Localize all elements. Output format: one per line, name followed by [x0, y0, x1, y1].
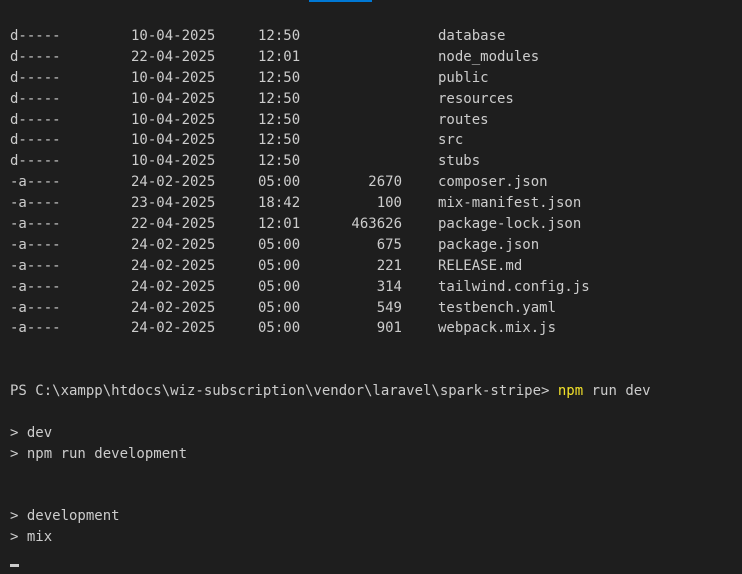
listing-time: 18:42: [258, 195, 301, 212]
listing-length: 901: [376, 320, 402, 337]
prompt-command: npm: [557, 383, 584, 400]
listing-time: 12:50: [258, 28, 301, 44]
listing-length: 463626: [351, 216, 402, 233]
listing-mode: d-----: [10, 111, 61, 128]
listing-mode: -a----: [10, 299, 61, 316]
listing-mode: d-----: [10, 48, 61, 65]
listing-row: -a---- 24-02-2025 05:00 221 RELEASE.md: [10, 256, 742, 277]
listing-time: 05:00: [258, 174, 301, 191]
listing-time: 05:00: [258, 299, 301, 316]
listing-date: 24-02-2025: [131, 320, 216, 337]
listing-time: 12:50: [258, 90, 301, 107]
listing-row: -a---- 24-02-2025 05:00 549 testbench.yaml: [10, 298, 742, 319]
listing-date: 10-04-2025: [131, 111, 216, 128]
listing-name: RELEASE.md: [438, 257, 523, 274]
listing-mode: d-----: [10, 28, 61, 44]
listing-name: testbench.yaml: [438, 299, 557, 316]
listing-time: 12:50: [258, 132, 301, 149]
listing-length: 314: [376, 278, 402, 295]
listing-length: 100: [376, 195, 402, 212]
output-line: > development: [10, 508, 120, 525]
listing-name: resources: [438, 90, 514, 107]
listing-name: database: [438, 28, 506, 44]
listing-name: composer.json: [438, 174, 548, 191]
listing-mode: -a----: [10, 236, 61, 253]
listing-mode: -a----: [10, 278, 61, 295]
listing-time: 12:50: [258, 153, 301, 170]
listing-time: 12:50: [258, 111, 301, 128]
listing-time: 12:01: [258, 48, 301, 65]
listing-time: 05:00: [258, 236, 301, 253]
listing-mode: -a----: [10, 257, 61, 274]
listing-time: 12:01: [258, 216, 301, 233]
listing-mode: -a----: [10, 320, 61, 337]
listing-date: 22-04-2025: [131, 216, 216, 233]
active-tab-indicator: [309, 0, 372, 2]
listing-date: 10-04-2025: [131, 153, 216, 170]
listing-date: 10-04-2025: [131, 69, 216, 86]
listing-time: 12:50: [258, 69, 301, 86]
output-line: > mix: [10, 529, 53, 546]
listing-row: -a---- 24-02-2025 05:00 675 package.json: [10, 235, 742, 256]
prompt-path: PS C:\xampp\htdocs\wiz-subscription\vend…: [10, 383, 558, 400]
listing-name: src: [438, 132, 464, 149]
listing-row: d----- 10-04-2025 12:50 public: [10, 68, 742, 89]
listing-row: d----- 10-04-2025 12:50 stubs: [10, 151, 742, 172]
listing-date: 22-04-2025: [131, 48, 216, 65]
listing-date: 24-02-2025: [131, 299, 216, 316]
listing-mode: -a----: [10, 174, 61, 191]
directory-listing: d----- 10-04-2025 12:50 database d----- 22-04…: [10, 26, 742, 339]
listing-length: 675: [376, 236, 402, 253]
listing-row: -a---- 24-02-2025 05:00 314 tailwind.config.…: [10, 277, 742, 298]
output-line: > npm run development: [10, 445, 188, 462]
listing-mode: d-----: [10, 90, 61, 107]
listing-date: 24-02-2025: [131, 236, 216, 253]
listing-row: -a---- 24-02-2025 05:00 901 webpack.mix.js: [10, 318, 742, 339]
listing-mode: -a----: [10, 216, 61, 233]
listing-row: -a---- 24-02-2025 05:00 2670 composer.json: [10, 172, 742, 193]
listing-date: 24-02-2025: [131, 257, 216, 274]
listing-length: 221: [376, 257, 402, 274]
listing-name: package.json: [438, 236, 540, 253]
listing-row: d----- 10-04-2025 12:50 routes: [10, 110, 742, 131]
listing-row: d----- 10-04-2025 12:50 src: [10, 130, 742, 151]
listing-name: stubs: [438, 153, 481, 170]
listing-row: -a---- 23-04-2025 18:42 100 mix-manifest.jso…: [10, 193, 742, 214]
listing-time: 05:00: [258, 278, 301, 295]
prompt-args: run dev: [583, 383, 651, 400]
listing-row: -a---- 22-04-2025 12:01 463626 package-lock.…: [10, 214, 742, 235]
listing-mode: -a----: [10, 195, 61, 212]
listing-row: d----- 22-04-2025 12:01 node_modules: [10, 47, 742, 68]
listing-time: 05:00: [258, 257, 301, 274]
listing-name: routes: [438, 111, 489, 128]
prompt-line: PS C:\xampp\htdocs\wiz-subscription\vend…: [10, 381, 742, 402]
listing-mode: d-----: [10, 132, 61, 149]
output-line: > dev: [10, 424, 53, 441]
listing-mode: d-----: [10, 69, 61, 86]
listing-date: 24-02-2025: [131, 174, 216, 191]
listing-date: 10-04-2025: [131, 132, 216, 149]
listing-time: 05:00: [258, 320, 301, 337]
terminal-cursor: [10, 564, 19, 568]
listing-name: mix-manifest.json: [438, 195, 582, 212]
listing-name: tailwind.config.js: [438, 278, 590, 295]
listing-date: 10-04-2025: [131, 90, 216, 107]
listing-row: d----- 10-04-2025 12:50 database: [10, 26, 742, 47]
listing-length: 2670: [368, 174, 402, 191]
listing-date: 10-04-2025: [131, 28, 216, 44]
listing-name: package-lock.json: [438, 216, 582, 233]
listing-name: node_modules: [438, 48, 540, 65]
listing-length: 549: [376, 299, 402, 316]
listing-name: webpack.mix.js: [438, 320, 557, 337]
listing-date: 23-04-2025: [131, 195, 216, 212]
listing-row: d----- 10-04-2025 12:50 resources: [10, 89, 742, 110]
listing-date: 24-02-2025: [131, 278, 216, 295]
listing-name: public: [438, 69, 489, 86]
listing-mode: d-----: [10, 153, 61, 170]
terminal-output[interactable]: d----- 10-04-2025 12:50 database d----- 22-04…: [10, 26, 742, 568]
